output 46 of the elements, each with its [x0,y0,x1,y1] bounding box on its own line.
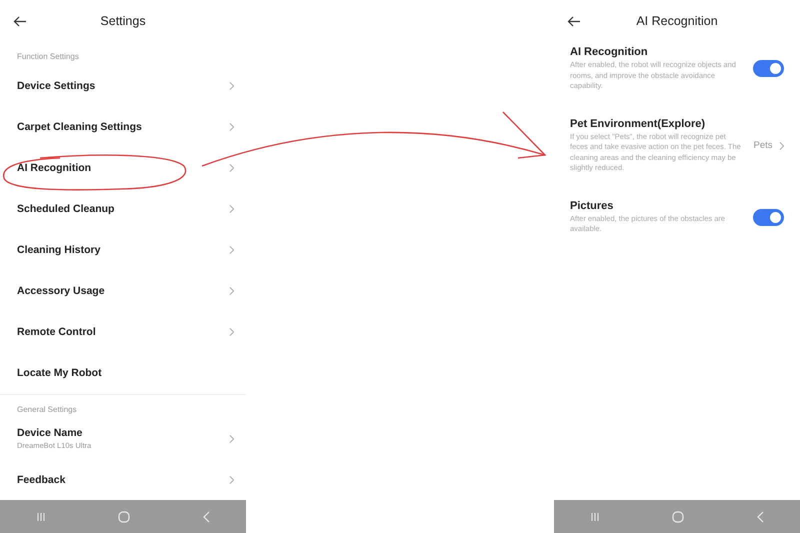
chevron-right-icon [228,204,234,214]
settings-row[interactable]: Remote Control [0,312,246,352]
row-label: Cleaning History [17,244,100,256]
recent-apps-icon[interactable] [590,512,600,522]
toggle-switch[interactable] [753,60,784,78]
chevron-right-icon [228,81,234,91]
recent-apps-icon[interactable] [36,512,46,522]
chevron-right-icon [228,327,234,337]
settings-row[interactable]: AI Recognition [0,148,246,188]
back-icon[interactable] [756,510,764,522]
setting-title: AI Recognition [570,46,649,58]
settings-row[interactable]: Locate My Robot [0,352,246,394]
screen-title: AI Recognition [636,14,718,28]
row-label: Scheduled Cleanup [17,203,114,215]
chevron-right-icon [778,140,784,150]
home-icon[interactable] [118,510,130,522]
settings-row[interactable]: Accessory Usage [0,270,246,312]
section-heading: General Settings [16,404,78,416]
screen-title: Settings [100,14,146,28]
settings-row[interactable]: Feedback [0,459,246,500]
chevron-right-icon [228,434,234,444]
row-label: AI Recognition [17,162,92,174]
back-arrow-icon[interactable] [567,16,581,26]
back-arrow-icon[interactable] [13,16,27,26]
settings-row[interactable]: Carpet Cleaning Settings [0,106,246,148]
chevron-right-icon [228,245,234,255]
section-heading: Function Settings [16,51,80,64]
chevron-right-icon [228,474,234,484]
settings-row[interactable]: Cleaning History [0,230,246,270]
row-label: Device Name [17,427,84,439]
chevron-right-icon [228,286,234,296]
back-icon[interactable] [202,510,210,522]
row-label: Accessory Usage [17,285,105,297]
row-label: Remote Control [17,326,96,338]
setting-title: Pictures [570,200,614,212]
settings-row[interactable]: Scheduled Cleanup [0,188,246,230]
home-icon[interactable] [672,510,684,522]
row-label: Carpet Cleaning Settings [17,121,142,133]
row-label: Device Settings [17,80,96,92]
toggle-switch[interactable] [753,208,784,226]
row-label: Locate My Robot [17,367,102,379]
row-label: Feedback [17,474,66,486]
chevron-right-icon [228,163,234,173]
settings-row[interactable]: Device Settings [0,66,246,106]
chevron-right-icon [228,122,234,132]
setting-title: Pet Environment(Explore) [570,118,706,130]
